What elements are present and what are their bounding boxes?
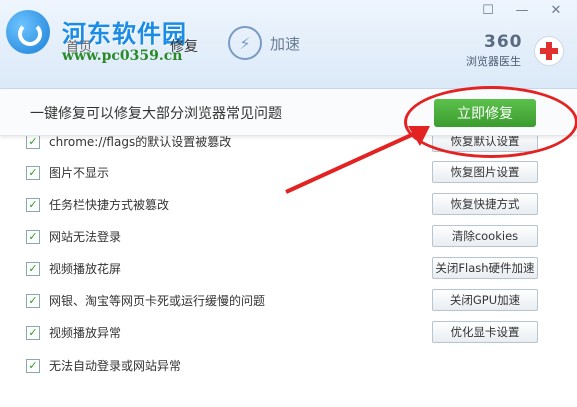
tab-repair[interactable]: 修复 [170, 36, 198, 56]
item-label: 网银、淘宝等网页卡死或运行缓慢的问题 [49, 294, 266, 308]
tab-home[interactable]: 首页 [66, 36, 92, 55]
item-label: 网站无法登录 [49, 230, 122, 244]
item-label: 任务栏快捷方式被篡改 [49, 198, 170, 212]
medical-cross-icon [534, 36, 564, 66]
checkbox[interactable]: ✓ [26, 198, 40, 212]
checkbox[interactable]: ✓ [26, 135, 40, 149]
item-action-button[interactable]: 恢复图片设置 [432, 161, 538, 183]
checkbox[interactable]: ✓ [26, 359, 40, 373]
list-item: ✓ 无法自动登录或网站异常 [0, 352, 577, 380]
checkbox[interactable]: ✓ [26, 166, 40, 180]
item-action-button[interactable]: 关闭Flash硬件加速 [432, 257, 538, 279]
item-action-button[interactable]: 恢复快捷方式 [432, 193, 538, 215]
item-action-button[interactable]: 优化显卡设置 [432, 321, 538, 343]
minimize-icon[interactable]: — [512, 2, 532, 20]
list-item: ✓ 网站无法登录 清除cookies [0, 223, 577, 251]
item-label: 图片不显示 [49, 166, 110, 180]
list-item: ✓ 视频播放异常 优化显卡设置 [0, 319, 577, 347]
item-label: 无法自动登录或网站异常 [49, 359, 182, 373]
list-item: ✓ 视频播放花屏 关闭Flash硬件加速 [0, 255, 577, 283]
tab-accelerate[interactable]: ⚡ 加速 [228, 26, 300, 60]
checkbox[interactable]: ✓ [26, 326, 40, 340]
list-item: ✓ 网银、淘宝等网页卡死或运行缓慢的问题 关闭GPU加速 [0, 287, 577, 315]
banner-text: 一键修复可以修复大部分浏览器常见问题 [30, 106, 282, 122]
annotation-arrow [285, 126, 430, 194]
watermark-logo-icon [6, 10, 50, 54]
tab-accelerate-label: 加速 [270, 34, 301, 53]
item-action-button[interactable]: 清除cookies [432, 225, 538, 247]
brand-subtitle: 浏览器医生 [466, 55, 521, 68]
brand-logo: 360 [484, 32, 523, 52]
checkbox[interactable]: ✓ [26, 262, 40, 276]
feedback-icon[interactable]: ☐ [478, 2, 498, 20]
lightning-icon: ⚡ [228, 26, 262, 60]
item-action-button[interactable]: 关闭GPU加速 [432, 289, 538, 311]
close-icon[interactable]: ✕ [546, 2, 566, 20]
item-label: 视频播放异常 [49, 326, 122, 340]
checkbox[interactable]: ✓ [26, 294, 40, 308]
checkbox[interactable]: ✓ [26, 230, 40, 244]
title-bar: 河东软件园 www.pc0359.cn 首页 修复 ⚡ 加速 ☐ — ✕ 360… [0, 0, 577, 89]
item-label: 视频播放花屏 [49, 262, 122, 276]
